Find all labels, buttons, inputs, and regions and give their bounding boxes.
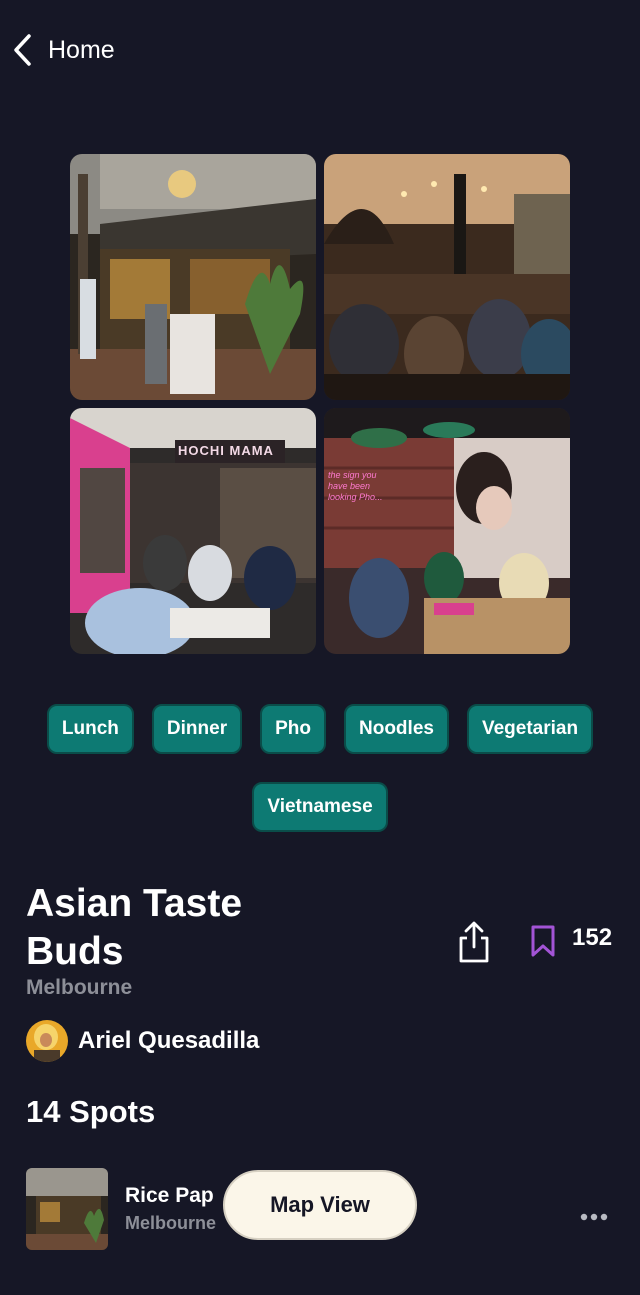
- author-link[interactable]: Ariel Quesadilla: [26, 1020, 259, 1062]
- back-label: Home: [48, 35, 115, 64]
- neon-sign: the sign you have been looking Pho...: [328, 470, 383, 502]
- storefront-sign: HOCHI MAMA: [178, 443, 274, 458]
- list-title: Asian Taste Buds: [26, 882, 243, 973]
- more-options-icon[interactable]: [580, 1208, 608, 1221]
- spot-thumbnail: [26, 1168, 108, 1250]
- author-name: Ariel Quesadilla: [78, 1027, 260, 1054]
- map-view-button[interactable]: Map View: [223, 1170, 417, 1240]
- tag-noodles[interactable]: Noodles: [344, 704, 449, 754]
- spot-name: Rice Pap: [125, 1184, 214, 1207]
- tag-list: Lunch Dinner Pho Noodles Vegetarian Viet…: [0, 704, 640, 832]
- chevron-left-icon: [12, 30, 38, 70]
- back-button[interactable]: Home: [12, 30, 115, 70]
- photo-collage[interactable]: HOCHI MAMA the sign you have been lookin…: [70, 154, 570, 654]
- tag-dinner[interactable]: Dinner: [151, 704, 243, 754]
- spots-heading: 14 Spots: [26, 1094, 156, 1129]
- hochi-mama-storefront-photo[interactable]: HOCHI MAMA: [70, 408, 316, 654]
- spot-city: Melbourne: [125, 1213, 217, 1233]
- restaurant-exterior-photo[interactable]: [70, 154, 316, 400]
- tag-pho[interactable]: Pho: [260, 704, 326, 754]
- bookmark-icon[interactable]: [529, 924, 557, 958]
- bookmark-count: 152: [572, 924, 613, 951]
- restaurant-interior-photo[interactable]: [324, 154, 570, 400]
- share-icon[interactable]: [455, 920, 493, 964]
- list-city: Melbourne: [26, 976, 133, 999]
- tag-vegetarian[interactable]: Vegetarian: [466, 704, 594, 754]
- avatar: [26, 1020, 68, 1062]
- tag-vietnamese[interactable]: Vietnamese: [252, 782, 388, 832]
- tag-lunch[interactable]: Lunch: [46, 704, 134, 754]
- neon-interior-photo[interactable]: the sign you have been looking Pho...: [324, 408, 570, 654]
